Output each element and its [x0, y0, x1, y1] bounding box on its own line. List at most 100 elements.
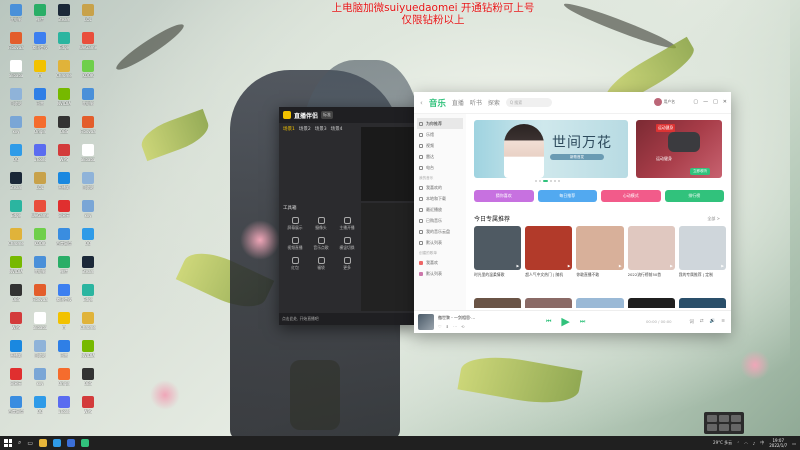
pager-dot[interactable] — [557, 180, 560, 182]
sidebar-playlist[interactable]: 默认列表 — [417, 268, 463, 279]
desktop-icon[interactable]: xxy — [28, 368, 52, 392]
desktop-icon[interactable]: alibaba — [28, 312, 52, 336]
tool-item[interactable]: 横竖切换 — [335, 237, 359, 251]
desktop-icon[interactable]: WeGame — [28, 200, 52, 224]
taskbar-app-store[interactable] — [67, 439, 76, 447]
play-icon[interactable]: ▶ — [619, 264, 622, 268]
desktop-icon[interactable]: Edge — [4, 200, 28, 224]
desktop-icon[interactable]: QQ — [4, 144, 28, 168]
playlist-button[interactable]: ≡ — [721, 319, 725, 325]
desktop-icon[interactable]: uTools — [28, 144, 52, 168]
music-app-window[interactable]: ‹ 音乐 直播 听书 探索 Q 搜索 用户名 ▢ — □ ✕ 为你推荐 乐馆 视… — [414, 92, 731, 333]
playlist-card[interactable]: ▶ 你敢直播不敢 — [576, 226, 624, 282]
scene-tab[interactable]: 场景2 — [299, 126, 311, 132]
sidebar-item-radio[interactable]: 电台 — [417, 162, 463, 173]
playlist-cover[interactable]: ▶ — [576, 226, 624, 270]
desktop-icon[interactable]: 迅雷 — [28, 88, 52, 112]
tool-item[interactable]: 视频直播 — [283, 237, 307, 251]
tab-live[interactable]: 直播 — [452, 98, 464, 107]
tab-explore[interactable]: 探索 — [488, 98, 500, 107]
volume-button[interactable]: 🔊 — [710, 319, 716, 325]
sidebar-item-radar[interactable]: 雷达 — [417, 151, 463, 162]
desktop-icon[interactable]: alibaba — [76, 144, 100, 168]
notification-icon[interactable]: ▭ — [792, 441, 796, 446]
scene-tab[interactable]: 场景3 — [315, 126, 327, 132]
play-icon[interactable]: ▶ — [670, 264, 673, 268]
desktop-icon[interactable]: YY — [28, 60, 52, 84]
mini-mode-button[interactable]: ▢ — [693, 99, 698, 105]
desktop-icon[interactable]: 回收站 — [28, 340, 52, 364]
desktop-icon[interactable]: Fibovaa — [76, 116, 100, 140]
desktop-icon[interactable]: 微信 — [52, 256, 76, 280]
minimize-button[interactable]: — — [703, 99, 708, 105]
playlist-cover[interactable] — [525, 298, 573, 308]
sidebar-item-recommend[interactable]: 为你推荐 — [417, 118, 463, 129]
tool-item[interactable]: 红包 — [283, 257, 307, 271]
tray-app-icon[interactable] — [731, 415, 741, 422]
desktop-icon[interactable]: 迅雷 — [52, 340, 76, 364]
desktop-icon[interactable]: xxy — [76, 200, 100, 224]
desktop-icon[interactable]: Fibovaa — [4, 32, 28, 56]
user-area[interactable]: 用户名 — [653, 98, 675, 106]
network-icon[interactable]: ◠ — [744, 441, 748, 446]
tab-audiobook[interactable]: 听书 — [470, 98, 482, 107]
tray-app-icon[interactable] — [719, 415, 729, 422]
volume-icon[interactable]: ♪ — [753, 441, 756, 446]
ime-icon[interactable]: 中 — [760, 440, 764, 446]
desktop-icon[interactable]: LOL — [28, 172, 52, 196]
playlist-cover[interactable]: ▶ — [525, 226, 573, 270]
desktop-icon[interactable]: Chrome — [76, 312, 100, 336]
banner-pager[interactable] — [470, 180, 624, 182]
streaming-app-titlebar[interactable]: 直播伴侣 标准 — [279, 107, 415, 123]
desktop-icon[interactable]: 腾讯会议 — [28, 32, 52, 56]
desktop-icon[interactable]: Origin — [28, 116, 52, 140]
play-icon[interactable]: ▶ — [516, 264, 519, 268]
playlist-caption[interactable]: 时光里的温柔情歌 — [474, 272, 521, 282]
desktop-icon[interactable]: 微信 — [28, 4, 52, 28]
desktop-icon[interactable]: Edge — [76, 284, 100, 308]
play-icon[interactable]: ▶ — [568, 264, 571, 268]
sidebar-item-local[interactable]: 本地和下载 — [417, 193, 463, 204]
playlist-cover[interactable]: ▶ — [678, 226, 726, 270]
desktop-icon[interactable]: WPS — [52, 144, 76, 168]
quick-action-chart[interactable]: 排行榜 — [664, 190, 724, 202]
sidebar-item-purchased[interactable]: 已购音乐 — [417, 215, 463, 226]
desktop-icon[interactable]: WPS — [4, 312, 28, 336]
tool-item[interactable]: 主播开播 — [335, 217, 359, 231]
tray-app-icon[interactable] — [719, 424, 729, 431]
search-icon[interactable]: ⌕ — [18, 439, 21, 447]
desktop-icon[interactable]: OBS — [52, 116, 76, 140]
next-button[interactable]: ⏭ — [580, 318, 585, 326]
desktop-icon[interactable]: Steam — [52, 4, 76, 28]
play-button[interactable]: ▶ — [561, 315, 569, 328]
play-mode-button[interactable]: ⇄ — [700, 319, 704, 325]
now-playing-title[interactable]: 傲世黎 - 一剑相思·… — [438, 315, 475, 321]
sidebar-item-liked[interactable]: 我喜欢的 — [417, 182, 463, 193]
tray-app-icon[interactable] — [707, 424, 717, 431]
share-icon[interactable]: ⟲ — [461, 324, 464, 329]
desktop-icon[interactable]: QQ — [28, 396, 52, 420]
desktop-icon[interactable]: 直播姬 — [4, 340, 28, 364]
pager-dot[interactable] — [538, 180, 541, 182]
tray-app-icon[interactable] — [707, 415, 717, 422]
lyrics-button[interactable]: 词 — [689, 319, 694, 325]
playlist-card[interactable]: ▶ 时光里的温柔情歌 — [474, 226, 522, 282]
desktop-icon[interactable]: YY — [52, 312, 76, 336]
scene-tab[interactable]: 场景4 — [331, 126, 343, 132]
desktop-icon[interactable]: KOOK — [28, 228, 52, 252]
desktop-icon[interactable]: NVIDIA — [52, 88, 76, 112]
playlist-caption[interactable]: 2022流行榜前50首 — [628, 272, 675, 282]
desktop-icon[interactable]: LOL — [76, 4, 100, 28]
section-more-link[interactable]: 全部 > — [707, 216, 720, 222]
desktop-icon[interactable]: 此电脑 — [28, 256, 52, 280]
previous-button[interactable]: ⏮ — [546, 318, 551, 326]
desktop-icon[interactable]: OBS — [76, 368, 100, 392]
taskbar-app-explorer[interactable] — [39, 439, 48, 447]
sidebar-item-video[interactable]: 视频 — [417, 140, 463, 151]
desktop-icon[interactable]: 此电脑 — [4, 4, 28, 28]
desktop-icon[interactable]: 此电脑 — [76, 88, 100, 112]
playlist-card[interactable]: ▶ 我的专属推荐 | 定制 — [678, 226, 726, 282]
desktop-icon[interactable]: 网易云 — [4, 368, 28, 392]
quick-action-heart[interactable]: 心动模式 — [601, 190, 661, 202]
back-button[interactable]: ‹ — [420, 99, 423, 107]
